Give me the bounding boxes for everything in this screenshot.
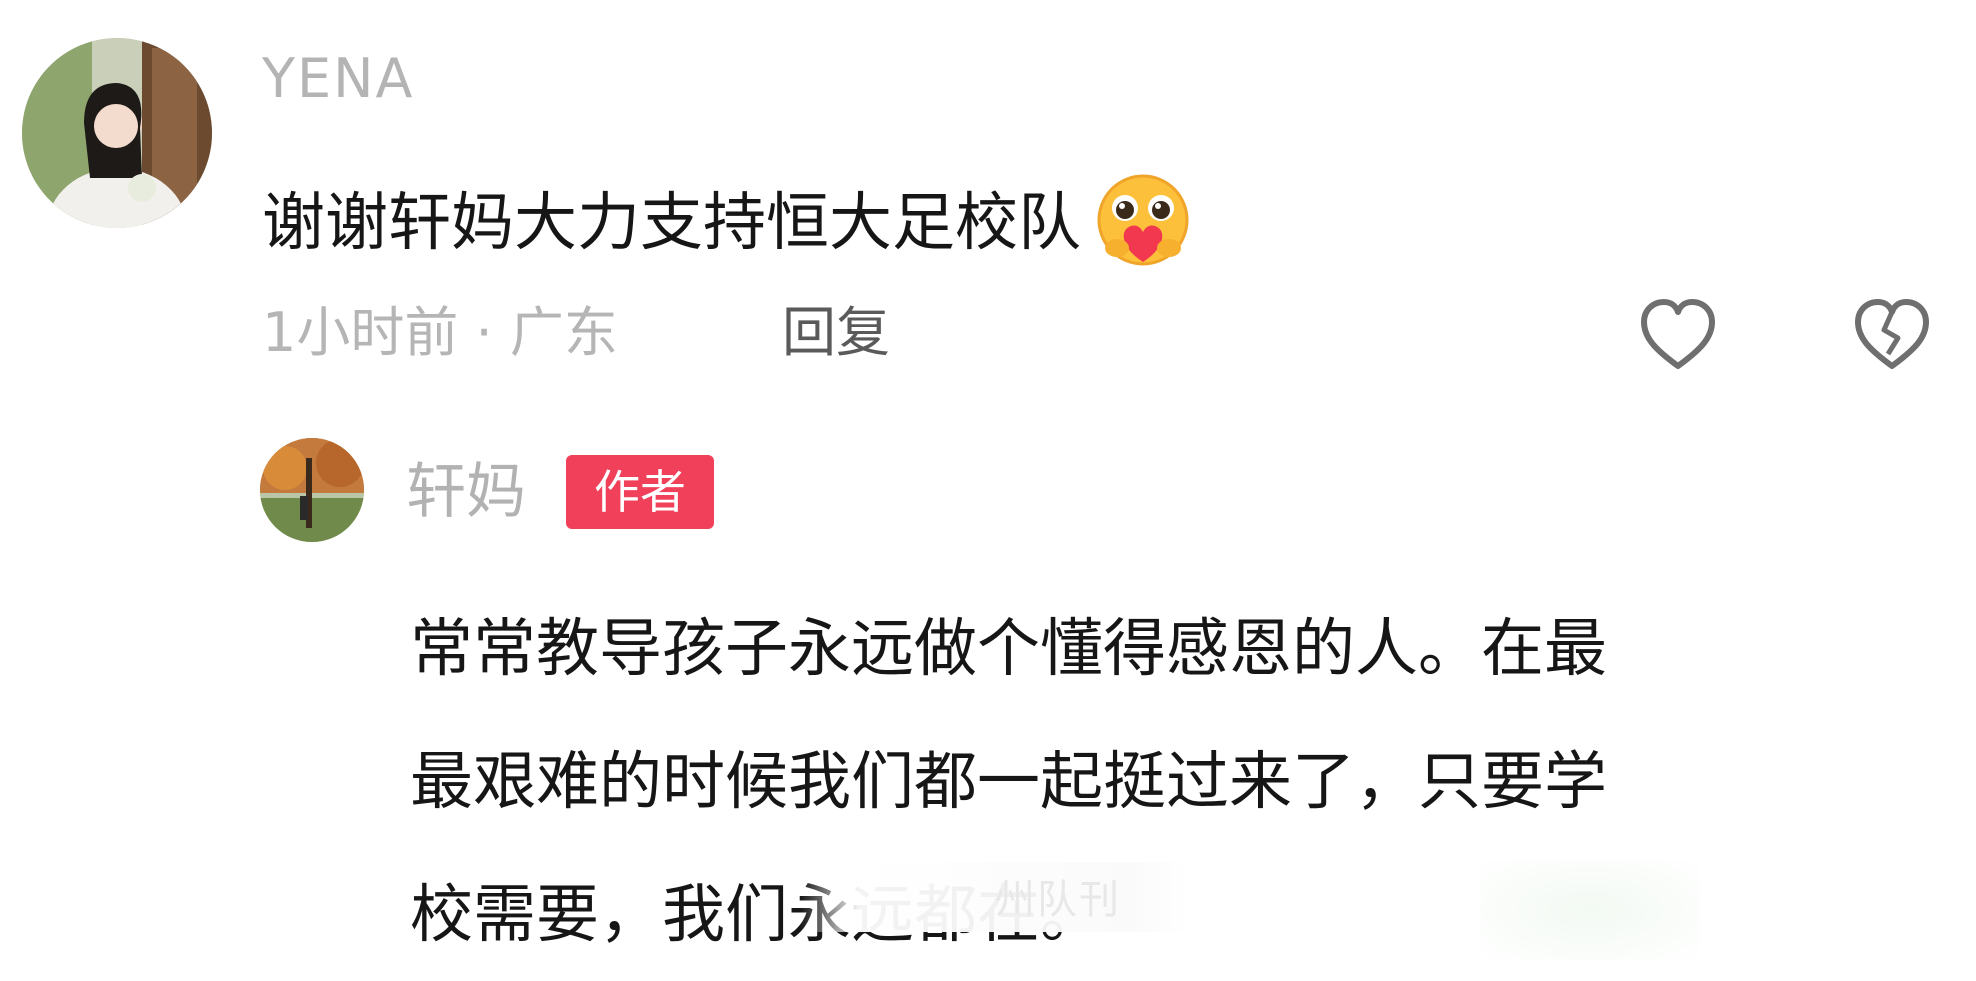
comment-meta: 1小时前 · 广东 bbox=[262, 301, 618, 364]
username[interactable]: YENA bbox=[262, 52, 414, 106]
author-badge: 作者 bbox=[566, 455, 714, 529]
heart-outline-icon[interactable] bbox=[1636, 292, 1720, 376]
hugging-heart-emoji-icon bbox=[1091, 170, 1195, 274]
reply-username[interactable]: 轩妈 bbox=[406, 462, 526, 522]
avatar-image bbox=[260, 438, 364, 542]
avatar-yena[interactable] bbox=[22, 38, 212, 228]
comment-body: 谢谢轩妈大力支持恒大足校队 bbox=[262, 185, 1081, 259]
avatar-image bbox=[22, 38, 212, 228]
reply-button[interactable]: 回复 bbox=[782, 306, 890, 360]
corner-fade bbox=[1480, 860, 1700, 960]
avatar-xuanma[interactable] bbox=[260, 438, 364, 542]
broken-heart-icon[interactable] bbox=[1850, 292, 1934, 376]
watermark: 州队刊 bbox=[995, 877, 1121, 923]
comment-text: 谢谢轩妈大力支持恒大足校队 bbox=[262, 170, 1195, 274]
